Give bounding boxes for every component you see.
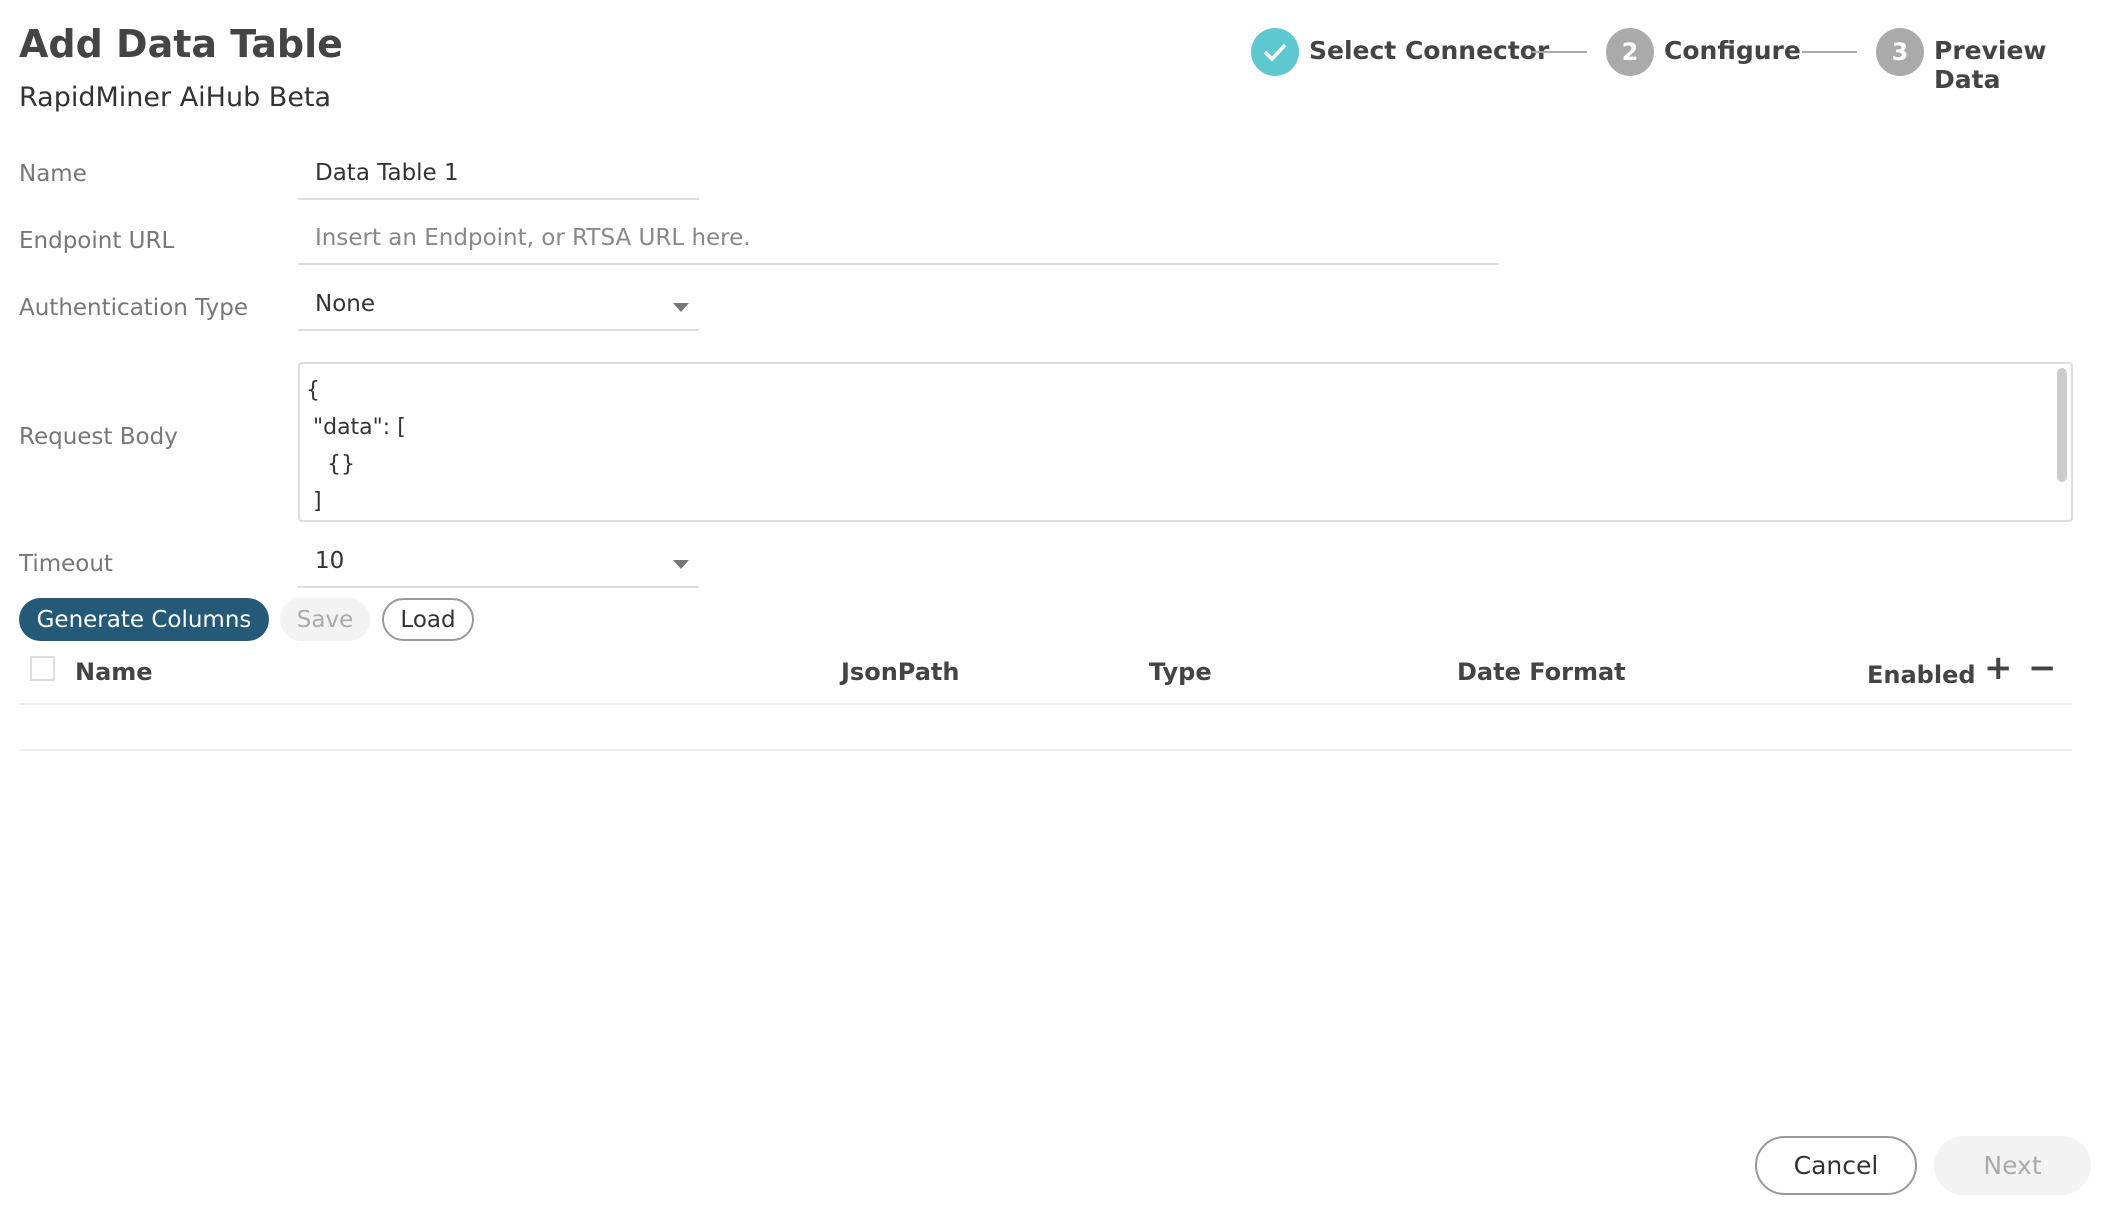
step-1-check-icon: [1251, 28, 1299, 76]
chevron-down-icon: [673, 560, 689, 569]
request-body-label: Request Body: [19, 424, 178, 450]
step-3-marker: 3: [1876, 28, 1924, 76]
column-header-date-format: Date Format: [1457, 658, 1626, 686]
timeout-select[interactable]: 10: [298, 538, 699, 588]
chevron-down-icon: [673, 303, 689, 312]
load-button[interactable]: Load: [382, 598, 474, 641]
request-body-value: { "data": [ {} ]: [306, 378, 406, 514]
save-button[interactable]: Save: [280, 598, 370, 641]
timeout-label: Timeout: [19, 551, 113, 577]
table-header-divider: [19, 703, 2072, 705]
step-preview-data: Preview Data: [1934, 36, 2047, 94]
generate-columns-button[interactable]: Generate Columns: [19, 598, 269, 641]
column-header-type: Type: [1149, 658, 1212, 686]
remove-column-icon[interactable]: −: [2028, 648, 2057, 688]
name-label: Name: [19, 161, 87, 187]
select-all-checkbox[interactable]: [30, 656, 55, 681]
auth-type-value: None: [315, 291, 376, 317]
request-body-textarea[interactable]: { "data": [ {} ]: [298, 362, 2073, 522]
step-2-marker: 2: [1606, 28, 1654, 76]
add-column-icon[interactable]: +: [1984, 648, 2013, 688]
next-button[interactable]: Next: [1934, 1136, 2091, 1195]
step-select-connector: Select Connector: [1309, 36, 1550, 65]
cancel-button[interactable]: Cancel: [1755, 1136, 1917, 1195]
auth-type-select[interactable]: None: [298, 281, 699, 331]
step-divider: [1532, 51, 1587, 53]
column-header-enabled: Enabled: [1867, 661, 1976, 689]
auth-type-label: Authentication Type: [19, 295, 248, 321]
name-value: Data Table 1: [315, 160, 459, 186]
timeout-value: 10: [315, 548, 345, 574]
scrollbar[interactable]: [2057, 368, 2067, 482]
name-input[interactable]: Data Table 1: [298, 150, 699, 200]
endpoint-placeholder: Insert an Endpoint, or RTSA URL here.: [315, 225, 751, 251]
step-divider: [1802, 51, 1857, 53]
page-subtitle: RapidMiner AiHub Beta: [19, 82, 332, 113]
table-divider: [19, 749, 2072, 751]
endpoint-url-input[interactable]: Insert an Endpoint, or RTSA URL here.: [298, 215, 1499, 265]
endpoint-label: Endpoint URL: [19, 228, 175, 254]
page-title: Add Data Table: [19, 22, 343, 66]
step-configure: Configure: [1664, 36, 1801, 65]
column-header-jsonpath: JsonPath: [841, 658, 960, 686]
column-header-name: Name: [75, 658, 153, 686]
